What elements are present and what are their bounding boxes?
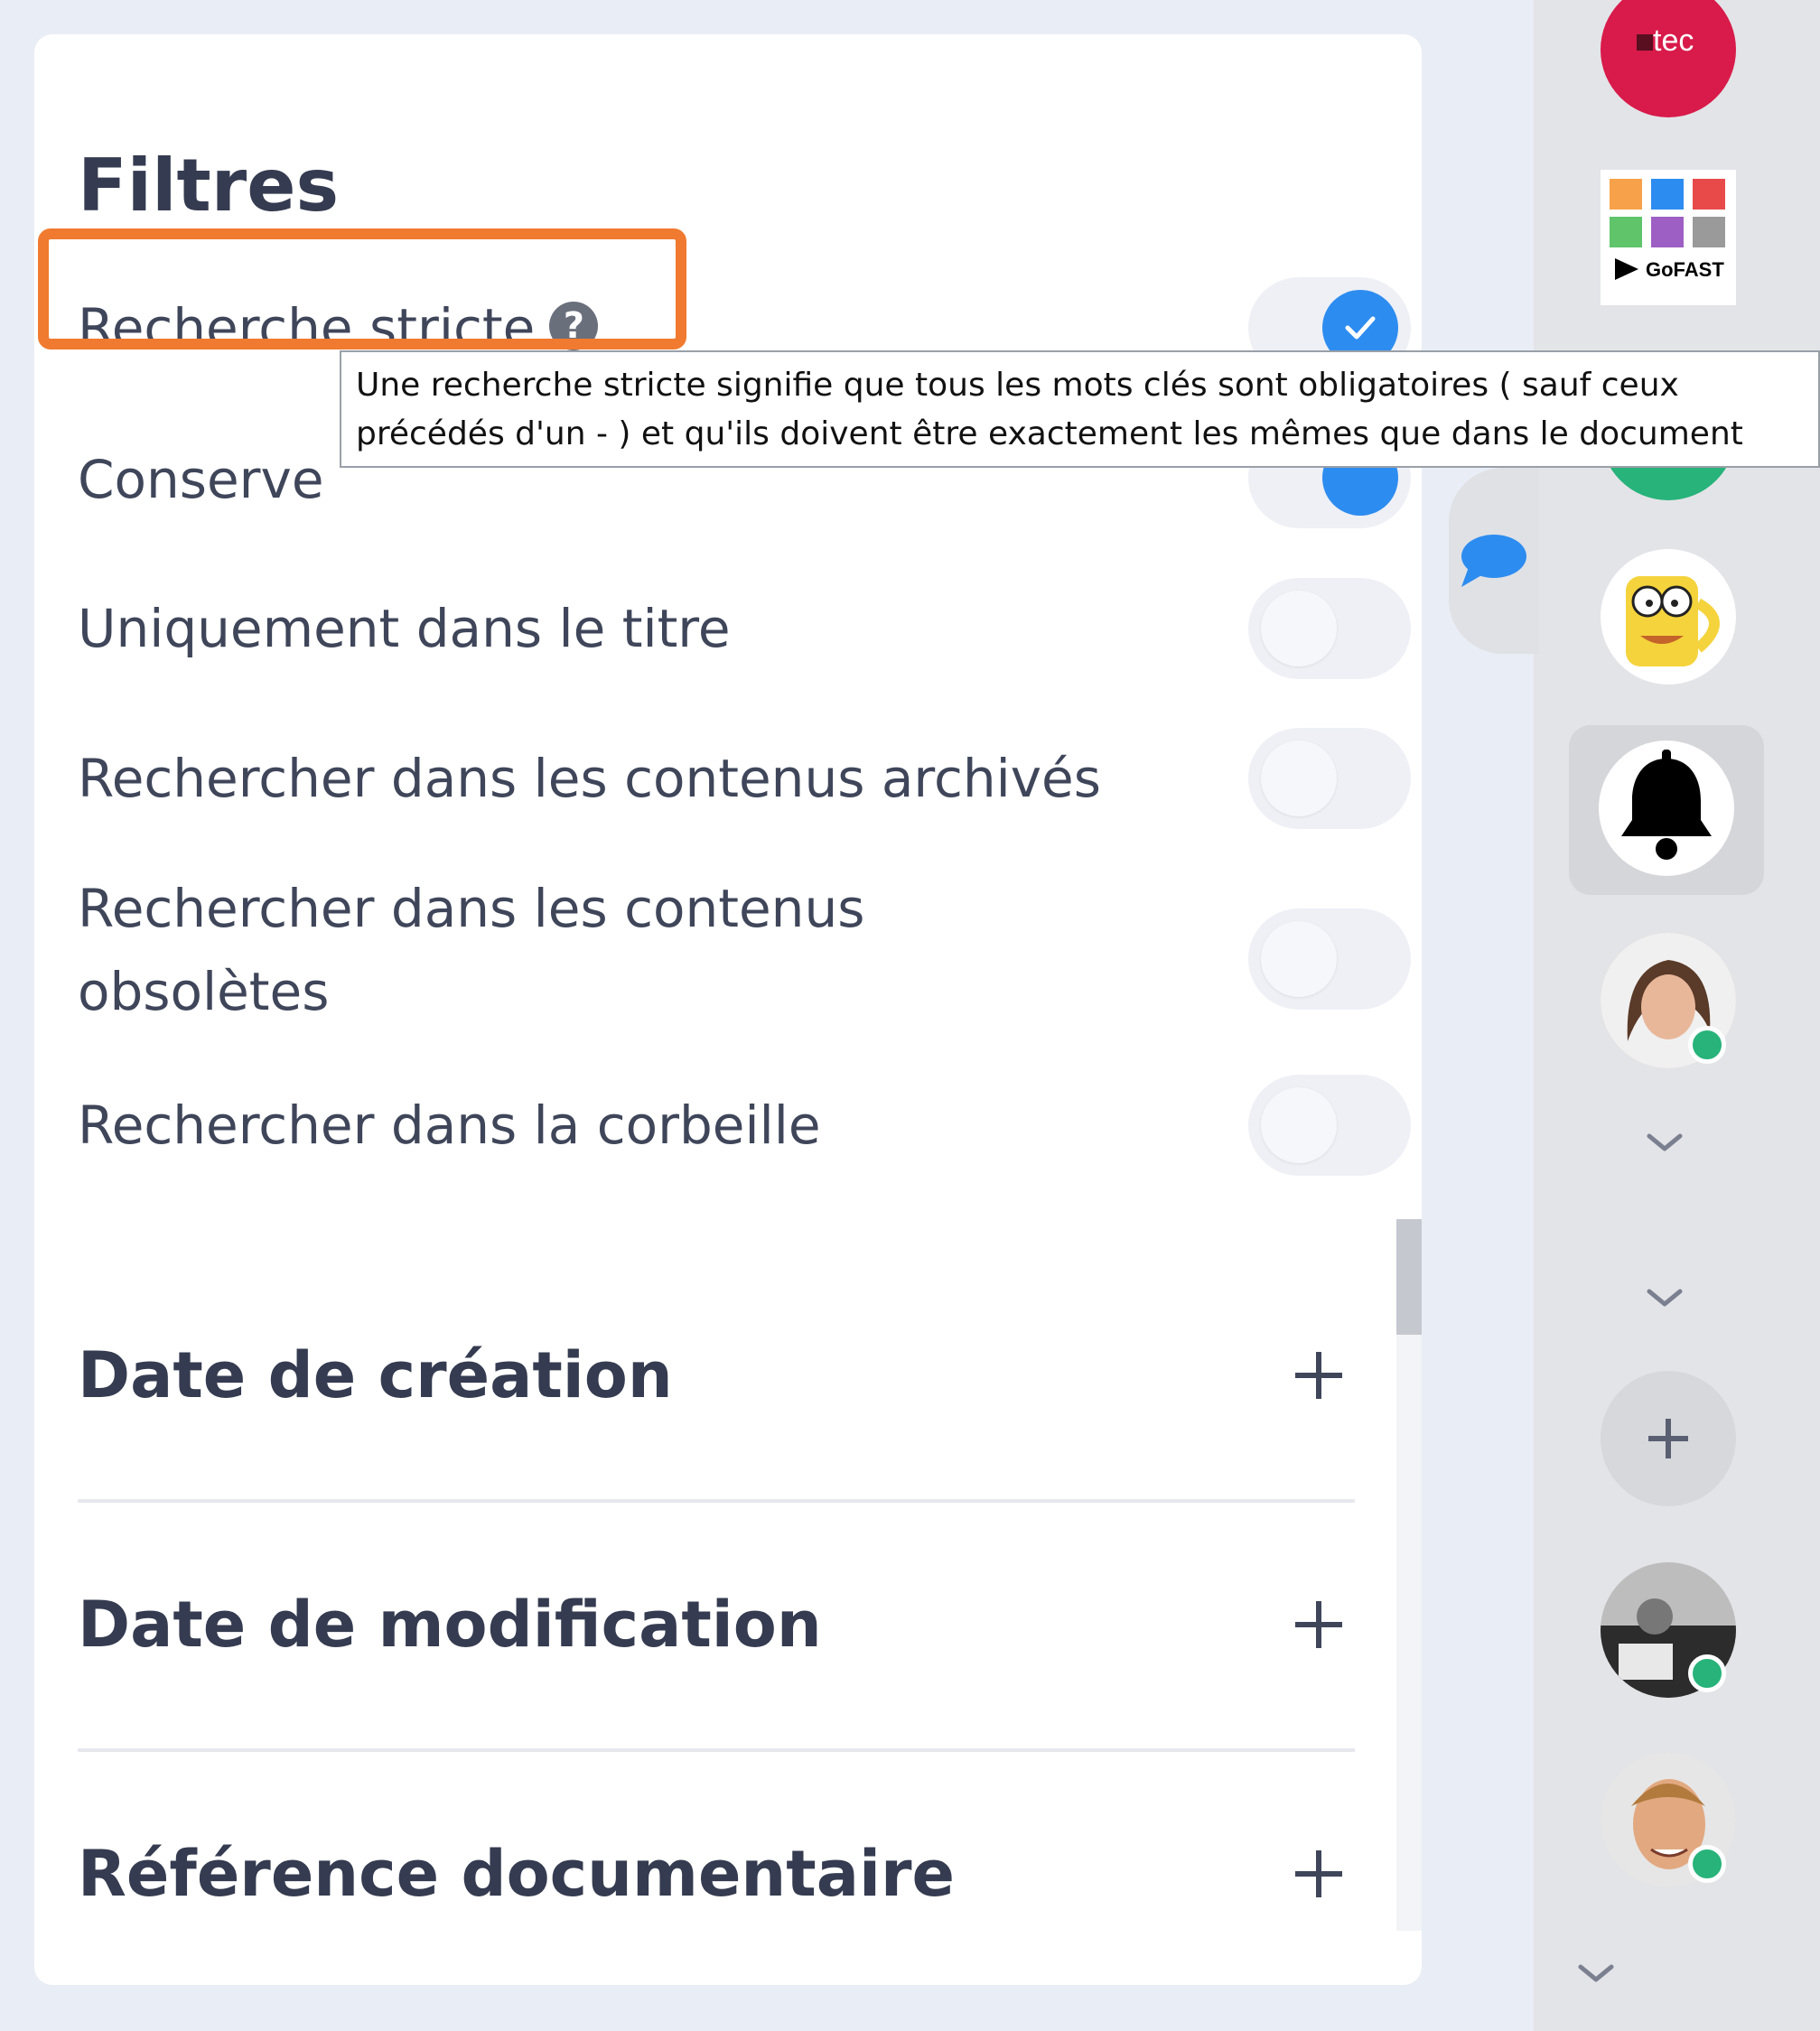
tooltip-line-1: Une recherche stricte signifie que tous … <box>356 367 1679 404</box>
online-status-dot <box>1688 1654 1726 1692</box>
toggle-knob <box>1261 741 1337 816</box>
toggle-obsolete[interactable] <box>1248 908 1411 1010</box>
filter-label-archived: Rechercher dans les contenus archivés <box>78 748 1101 809</box>
section-document-reference[interactable]: Référence documentaire <box>78 1750 1355 1985</box>
check-icon <box>1345 316 1376 340</box>
filter-label-conserve: Conserve <box>78 449 324 510</box>
panel-title: Filtres <box>78 144 340 228</box>
avatar-mug[interactable] <box>1601 549 1736 685</box>
scrollbar-thumb[interactable] <box>1396 1219 1422 1335</box>
toggle-knob <box>1261 921 1337 997</box>
panel-scrollbar[interactable] <box>1396 1219 1422 1931</box>
section-creation-date[interactable]: Date de création <box>78 1252 1355 1499</box>
mug-avatar-icon <box>1626 576 1720 666</box>
gofast-grid-icon: GoFAST <box>1610 179 1725 281</box>
chevron-down-icon[interactable] <box>1573 1960 1619 1987</box>
filter-label-trash: Rechercher dans la corbeille <box>78 1095 821 1156</box>
svg-text:tec: tec <box>1653 23 1694 58</box>
app-root: Filtres Recherche stricte? Conserve Uniq… <box>0 0 1820 2031</box>
online-status-dot <box>1688 1026 1726 1064</box>
section-modification-date[interactable]: Date de modification <box>78 1501 1355 1748</box>
notifications-tile[interactable] <box>1569 725 1764 895</box>
chat-icon <box>1461 535 1526 587</box>
chevron-down-icon[interactable] <box>1642 1284 1687 1311</box>
filter-label-obsolete: Rechercher dans les contenus obsolètes <box>78 878 865 1022</box>
help-tooltip: Une recherche stricte signifie que tous … <box>340 350 1820 468</box>
add-space-button[interactable] <box>1601 1371 1736 1506</box>
chat-tab[interactable] <box>1449 468 1539 654</box>
online-status-dot <box>1688 1845 1726 1883</box>
tooltip-line-2: précédés d'un - ) et qu'ils doivent être… <box>356 415 1743 452</box>
plus-icon[interactable] <box>1283 1339 1355 1411</box>
toggle-archived[interactable] <box>1248 728 1411 829</box>
section-title: Date de création <box>78 1338 673 1412</box>
bell-icon <box>1599 741 1734 876</box>
toggle-knob <box>1261 591 1337 666</box>
section-title: Date de modification <box>78 1588 822 1662</box>
plus-icon[interactable] <box>1283 1838 1355 1910</box>
plus-icon <box>1648 1419 1688 1458</box>
plus-icon[interactable] <box>1283 1588 1355 1661</box>
filter-label-title-only: Uniquement dans le titre <box>78 598 731 659</box>
highlight-box <box>38 228 686 349</box>
toggle-knob <box>1261 1087 1337 1163</box>
toggle-trash[interactable] <box>1248 1075 1411 1176</box>
section-title: Référence documentaire <box>78 1837 955 1911</box>
toggle-title-only[interactable] <box>1248 578 1411 679</box>
chevron-down-icon[interactable] <box>1642 1129 1687 1156</box>
svg-text:GoFAST: GoFAST <box>1646 258 1724 281</box>
gofast-app-icon[interactable]: GoFAST <box>1601 170 1736 305</box>
